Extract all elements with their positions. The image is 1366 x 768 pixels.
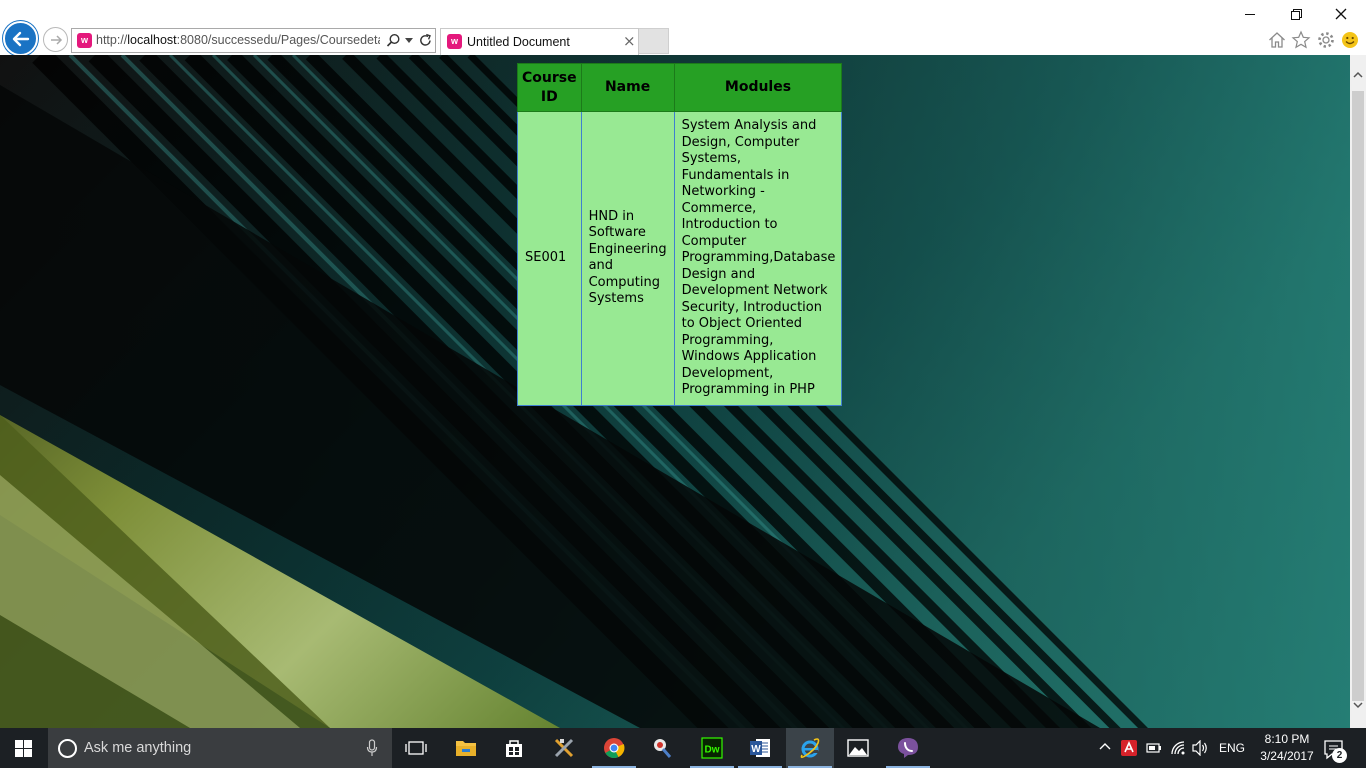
battery-icon[interactable]	[1146, 740, 1162, 756]
dreamweaver-button[interactable]: Dw	[688, 728, 736, 768]
tab-favicon-icon: w	[447, 34, 462, 49]
arrow-left-icon	[12, 31, 30, 47]
gear-icon[interactable]	[1316, 30, 1336, 50]
column-header-course-id: Course ID	[517, 63, 582, 112]
volume-icon[interactable]	[1192, 740, 1209, 756]
photos-icon	[847, 739, 869, 757]
antivirus-icon[interactable]	[1121, 740, 1137, 756]
task-view-icon	[405, 741, 427, 755]
store-bag-icon	[506, 740, 522, 757]
url-prefix: http://	[96, 33, 128, 47]
column-header-name: Name	[580, 63, 675, 112]
scroll-down-icon[interactable]	[1353, 701, 1363, 709]
tab-untitled-document[interactable]: w Untitled Document ×	[440, 28, 639, 55]
column-header-modules: Modules	[673, 63, 843, 112]
cell-name: HND in Software Engineering and Computin…	[580, 111, 675, 406]
clock-time[interactable]: 8:10 PM	[1257, 732, 1317, 746]
cell-modules: System Analysis and Design, Computer Sys…	[673, 111, 843, 406]
dreamweaver-label: Dw	[705, 745, 720, 756]
network-tool-button[interactable]	[638, 728, 686, 768]
task-view-button[interactable]	[392, 728, 440, 768]
chevron-down-icon[interactable]	[405, 38, 413, 43]
cortana-icon	[58, 739, 77, 758]
address-bar[interactable]: w http://localhost:8080/successedu/Pages…	[71, 28, 436, 53]
restore-icon	[1291, 9, 1302, 20]
tab-title: Untitled Document	[467, 35, 570, 49]
close-window-button[interactable]	[1326, 4, 1356, 24]
language-indicator[interactable]: ENG	[1219, 741, 1245, 755]
home-icon[interactable]	[1267, 30, 1287, 50]
paint-tool-button[interactable]	[540, 728, 588, 768]
internet-explorer-icon	[800, 738, 820, 759]
table-header-row: Course ID Name Modules	[517, 63, 843, 112]
notification-count-badge: 2	[1332, 748, 1347, 763]
smiley-icon[interactable]	[1340, 30, 1360, 50]
chrome-button[interactable]	[590, 728, 638, 768]
back-button[interactable]	[3, 21, 38, 56]
internet-explorer-button[interactable]	[786, 728, 834, 768]
minimize-icon	[1245, 14, 1255, 15]
paint-tools-icon	[554, 738, 574, 758]
dreamweaver-icon: Dw	[701, 737, 723, 759]
viber-button[interactable]	[884, 728, 932, 768]
word-icon: W	[750, 739, 770, 757]
photos-button[interactable]	[834, 728, 882, 768]
arrow-right-icon	[51, 35, 63, 45]
close-icon[interactable]: ×	[623, 32, 636, 50]
url-text[interactable]: http://localhost:8080/successedu/Pages/C…	[96, 33, 380, 49]
page-viewport: Course ID Name Modules SE001 HND in Soft…	[0, 55, 1350, 728]
chevron-up-icon[interactable]	[1098, 740, 1112, 754]
word-label: W	[751, 744, 761, 755]
minimize-button[interactable]	[1236, 4, 1266, 24]
restore-button[interactable]	[1282, 4, 1312, 24]
chrome-icon	[604, 738, 625, 759]
taskbar: Ask me anything Dw W ENG 8:10 PM 3/24/20…	[0, 728, 1366, 768]
url-path: :8080/successedu/Pages/Coursedetails	[176, 33, 380, 47]
store-button[interactable]	[490, 728, 538, 768]
search-icon[interactable]	[386, 33, 401, 48]
url-host: localhost	[127, 33, 177, 47]
clock-date[interactable]: 3/24/2017	[1252, 749, 1322, 763]
scroll-thumb[interactable]	[1352, 91, 1364, 701]
folder-icon	[456, 741, 476, 756]
start-button[interactable]	[0, 728, 48, 768]
windows-logo-icon	[15, 740, 32, 757]
browser-chrome: w http://localhost:8080/successedu/Pages…	[0, 0, 1366, 56]
forward-button[interactable]	[43, 27, 68, 52]
refresh-icon[interactable]	[418, 33, 433, 48]
viber-icon	[898, 738, 918, 758]
scroll-up-icon[interactable]	[1353, 71, 1363, 79]
close-icon	[1335, 8, 1347, 20]
wifi-icon[interactable]	[1170, 740, 1186, 756]
course-table: Course ID Name Modules SE001 HND in Soft…	[517, 63, 843, 406]
new-tab-button[interactable]	[639, 28, 669, 54]
file-explorer-button[interactable]	[442, 728, 490, 768]
search-placeholder: Ask me anything	[84, 740, 192, 756]
network-tool-icon	[654, 739, 672, 758]
star-icon[interactable]	[1291, 30, 1311, 50]
cell-course-id: SE001	[517, 111, 582, 406]
vertical-scrollbar[interactable]	[1350, 55, 1366, 728]
microphone-icon[interactable]	[366, 739, 378, 757]
table-row: SE001 HND in Software Engineering and Co…	[517, 111, 843, 406]
site-favicon-icon: w	[77, 33, 92, 48]
word-button[interactable]: W	[736, 728, 784, 768]
taskbar-search-box[interactable]: Ask me anything	[48, 728, 392, 768]
